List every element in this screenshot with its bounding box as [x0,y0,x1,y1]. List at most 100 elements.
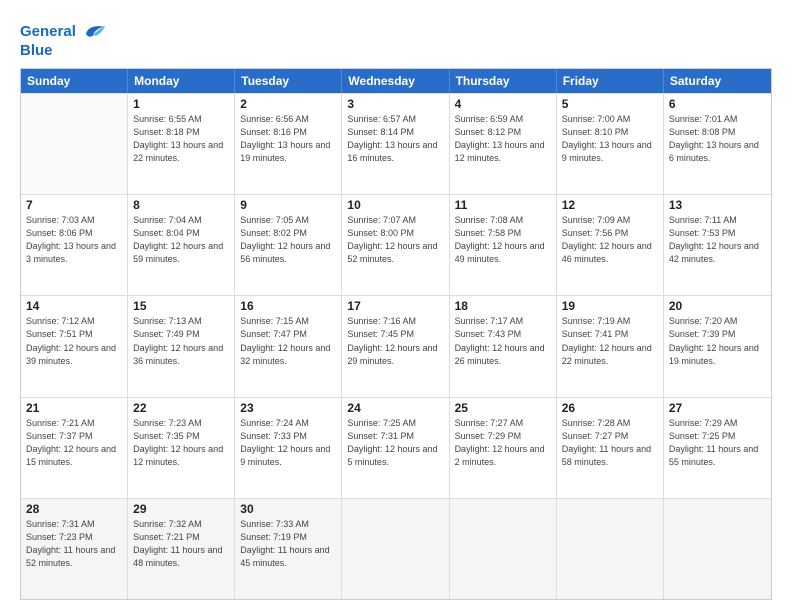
page: General Blue SundayMondayTuesdayWednesda… [0,0,792,612]
calendar-cell: 5 Sunrise: 7:00 AMSunset: 8:10 PMDayligh… [557,94,664,194]
calendar-cell: 28 Sunrise: 7:31 AMSunset: 7:23 PMDaylig… [21,499,128,599]
day-number: 14 [26,299,122,313]
day-number: 13 [669,198,766,212]
calendar-cell [342,499,449,599]
calendar-cell [450,499,557,599]
sunrise-text: Sunrise: 7:31 AMSunset: 7:23 PMDaylight:… [26,518,122,570]
calendar-cell [21,94,128,194]
sunrise-text: Sunrise: 7:12 AMSunset: 7:51 PMDaylight:… [26,315,122,367]
calendar-cell: 4 Sunrise: 6:59 AMSunset: 8:12 PMDayligh… [450,94,557,194]
logo: General Blue [20,18,107,60]
sunrise-text: Sunrise: 6:59 AMSunset: 8:12 PMDaylight:… [455,113,551,165]
header-day-tuesday: Tuesday [235,69,342,93]
sunrise-text: Sunrise: 7:01 AMSunset: 8:08 PMDaylight:… [669,113,766,165]
header-day-friday: Friday [557,69,664,93]
sunrise-text: Sunrise: 7:21 AMSunset: 7:37 PMDaylight:… [26,417,122,469]
calendar-cell: 27 Sunrise: 7:29 AMSunset: 7:25 PMDaylig… [664,398,771,498]
calendar-cell: 21 Sunrise: 7:21 AMSunset: 7:37 PMDaylig… [21,398,128,498]
sunrise-text: Sunrise: 6:56 AMSunset: 8:16 PMDaylight:… [240,113,336,165]
calendar-cell: 26 Sunrise: 7:28 AMSunset: 7:27 PMDaylig… [557,398,664,498]
calendar-row-5: 28 Sunrise: 7:31 AMSunset: 7:23 PMDaylig… [21,498,771,599]
sunrise-text: Sunrise: 7:32 AMSunset: 7:21 PMDaylight:… [133,518,229,570]
day-number: 21 [26,401,122,415]
day-number: 9 [240,198,336,212]
calendar-row-3: 14 Sunrise: 7:12 AMSunset: 7:51 PMDaylig… [21,295,771,396]
sunrise-text: Sunrise: 7:24 AMSunset: 7:33 PMDaylight:… [240,417,336,469]
sunrise-text: Sunrise: 7:03 AMSunset: 8:06 PMDaylight:… [26,214,122,266]
logo-text: General [20,23,76,41]
sunrise-text: Sunrise: 7:28 AMSunset: 7:27 PMDaylight:… [562,417,658,469]
calendar-cell: 23 Sunrise: 7:24 AMSunset: 7:33 PMDaylig… [235,398,342,498]
logo-bird-icon [79,18,107,46]
sunrise-text: Sunrise: 7:33 AMSunset: 7:19 PMDaylight:… [240,518,336,570]
calendar-cell: 14 Sunrise: 7:12 AMSunset: 7:51 PMDaylig… [21,296,128,396]
header: General Blue [20,18,772,60]
calendar-cell: 12 Sunrise: 7:09 AMSunset: 7:56 PMDaylig… [557,195,664,295]
day-number: 25 [455,401,551,415]
calendar-cell: 29 Sunrise: 7:32 AMSunset: 7:21 PMDaylig… [128,499,235,599]
sunrise-text: Sunrise: 7:08 AMSunset: 7:58 PMDaylight:… [455,214,551,266]
sunrise-text: Sunrise: 7:23 AMSunset: 7:35 PMDaylight:… [133,417,229,469]
calendar-cell: 7 Sunrise: 7:03 AMSunset: 8:06 PMDayligh… [21,195,128,295]
day-number: 12 [562,198,658,212]
day-number: 2 [240,97,336,111]
sunrise-text: Sunrise: 7:00 AMSunset: 8:10 PMDaylight:… [562,113,658,165]
day-number: 11 [455,198,551,212]
header-day-sunday: Sunday [21,69,128,93]
day-number: 18 [455,299,551,313]
calendar-cell: 19 Sunrise: 7:19 AMSunset: 7:41 PMDaylig… [557,296,664,396]
sunrise-text: Sunrise: 7:07 AMSunset: 8:00 PMDaylight:… [347,214,443,266]
day-number: 16 [240,299,336,313]
sunrise-text: Sunrise: 7:09 AMSunset: 7:56 PMDaylight:… [562,214,658,266]
calendar-cell: 15 Sunrise: 7:13 AMSunset: 7:49 PMDaylig… [128,296,235,396]
calendar-cell: 25 Sunrise: 7:27 AMSunset: 7:29 PMDaylig… [450,398,557,498]
sunrise-text: Sunrise: 7:15 AMSunset: 7:47 PMDaylight:… [240,315,336,367]
calendar-row-4: 21 Sunrise: 7:21 AMSunset: 7:37 PMDaylig… [21,397,771,498]
sunrise-text: Sunrise: 7:13 AMSunset: 7:49 PMDaylight:… [133,315,229,367]
day-number: 23 [240,401,336,415]
day-number: 4 [455,97,551,111]
sunrise-text: Sunrise: 7:19 AMSunset: 7:41 PMDaylight:… [562,315,658,367]
day-number: 7 [26,198,122,212]
calendar-cell: 10 Sunrise: 7:07 AMSunset: 8:00 PMDaylig… [342,195,449,295]
day-number: 28 [26,502,122,516]
day-number: 6 [669,97,766,111]
calendar-cell: 18 Sunrise: 7:17 AMSunset: 7:43 PMDaylig… [450,296,557,396]
header-day-monday: Monday [128,69,235,93]
day-number: 22 [133,401,229,415]
calendar-cell: 24 Sunrise: 7:25 AMSunset: 7:31 PMDaylig… [342,398,449,498]
calendar-row-1: 1 Sunrise: 6:55 AMSunset: 8:18 PMDayligh… [21,93,771,194]
day-number: 27 [669,401,766,415]
sunrise-text: Sunrise: 7:25 AMSunset: 7:31 PMDaylight:… [347,417,443,469]
header-day-saturday: Saturday [664,69,771,93]
calendar: SundayMondayTuesdayWednesdayThursdayFrid… [20,68,772,600]
calendar-cell: 22 Sunrise: 7:23 AMSunset: 7:35 PMDaylig… [128,398,235,498]
calendar-header: SundayMondayTuesdayWednesdayThursdayFrid… [21,69,771,93]
day-number: 30 [240,502,336,516]
calendar-cell: 1 Sunrise: 6:55 AMSunset: 8:18 PMDayligh… [128,94,235,194]
sunrise-text: Sunrise: 7:04 AMSunset: 8:04 PMDaylight:… [133,214,229,266]
calendar-cell: 8 Sunrise: 7:04 AMSunset: 8:04 PMDayligh… [128,195,235,295]
sunrise-text: Sunrise: 6:57 AMSunset: 8:14 PMDaylight:… [347,113,443,165]
sunrise-text: Sunrise: 7:05 AMSunset: 8:02 PMDaylight:… [240,214,336,266]
day-number: 8 [133,198,229,212]
day-number: 3 [347,97,443,111]
calendar-cell: 20 Sunrise: 7:20 AMSunset: 7:39 PMDaylig… [664,296,771,396]
sunrise-text: Sunrise: 7:29 AMSunset: 7:25 PMDaylight:… [669,417,766,469]
calendar-cell: 9 Sunrise: 7:05 AMSunset: 8:02 PMDayligh… [235,195,342,295]
day-number: 5 [562,97,658,111]
sunrise-text: Sunrise: 7:20 AMSunset: 7:39 PMDaylight:… [669,315,766,367]
day-number: 1 [133,97,229,111]
day-number: 29 [133,502,229,516]
calendar-cell: 16 Sunrise: 7:15 AMSunset: 7:47 PMDaylig… [235,296,342,396]
day-number: 17 [347,299,443,313]
calendar-cell [557,499,664,599]
calendar-cell: 17 Sunrise: 7:16 AMSunset: 7:45 PMDaylig… [342,296,449,396]
sunrise-text: Sunrise: 6:55 AMSunset: 8:18 PMDaylight:… [133,113,229,165]
header-day-wednesday: Wednesday [342,69,449,93]
logo-blue-text: Blue [20,42,53,60]
sunrise-text: Sunrise: 7:27 AMSunset: 7:29 PMDaylight:… [455,417,551,469]
calendar-cell: 30 Sunrise: 7:33 AMSunset: 7:19 PMDaylig… [235,499,342,599]
calendar-cell: 6 Sunrise: 7:01 AMSunset: 8:08 PMDayligh… [664,94,771,194]
day-number: 24 [347,401,443,415]
